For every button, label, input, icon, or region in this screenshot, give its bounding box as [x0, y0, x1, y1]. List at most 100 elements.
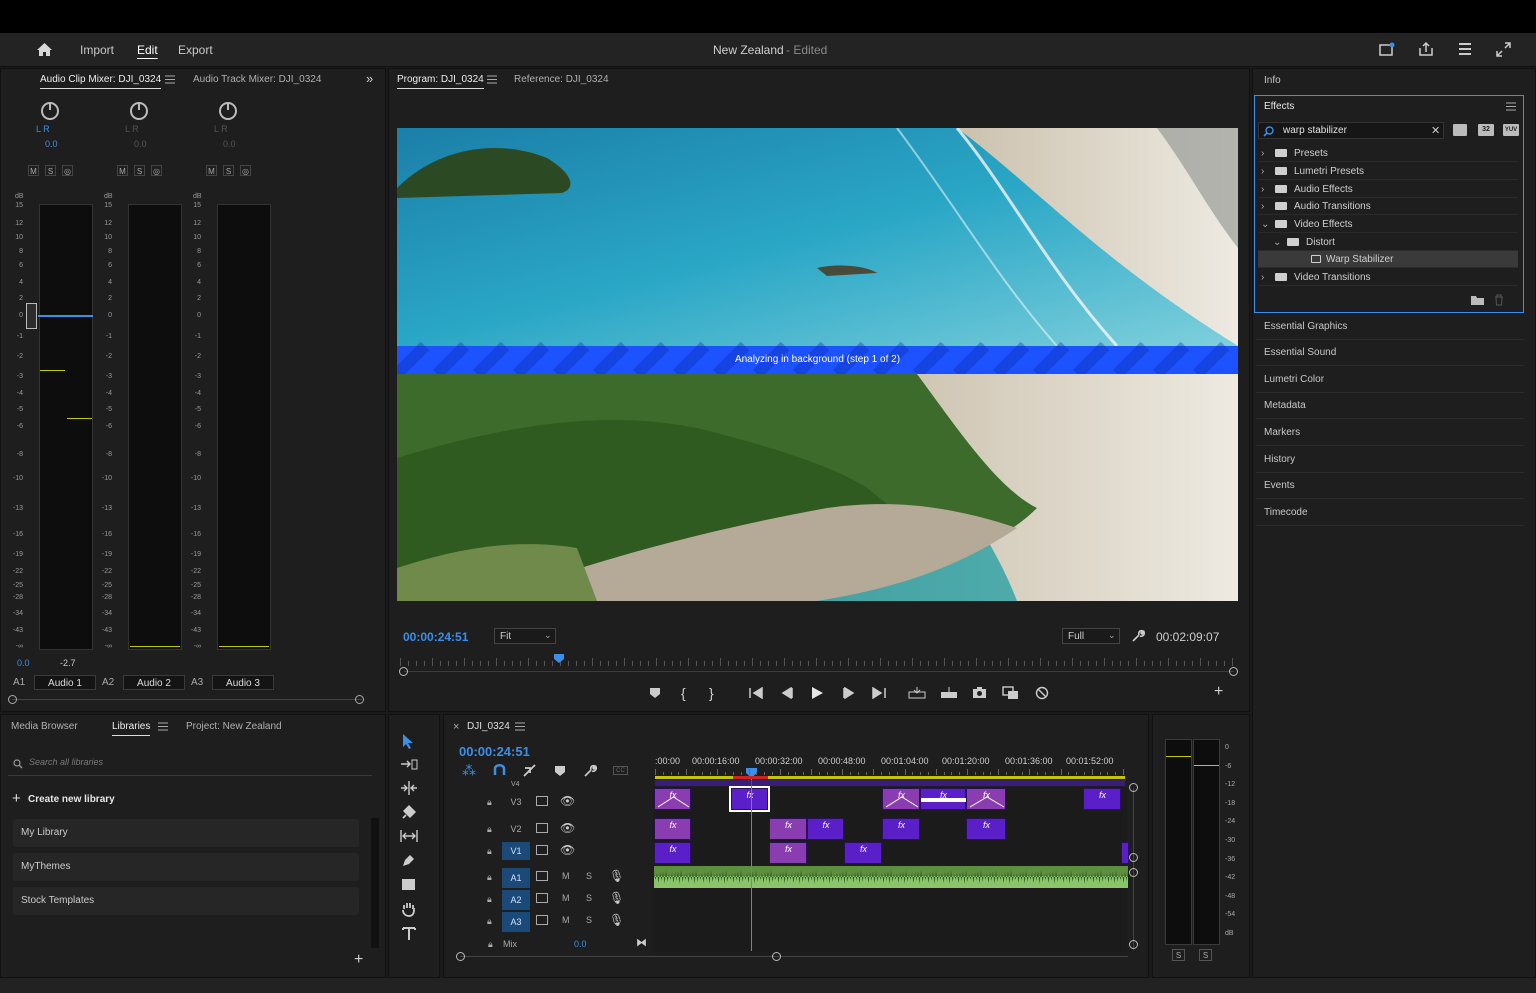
track-target-a2[interactable]: A2: [502, 890, 530, 910]
close-sequence-icon[interactable]: ×: [453, 721, 459, 733]
side-panel-metadata[interactable]: Metadata: [1256, 393, 1524, 419]
tab-reference[interactable]: Reference: DJI_0324: [514, 74, 609, 85]
type-tool-icon[interactable]: [402, 926, 416, 941]
solo-button[interactable]: S: [134, 165, 145, 176]
solo-button[interactable]: S: [586, 871, 592, 881]
fit-dropdown[interactable]: Fit ⌄: [494, 628, 556, 644]
effects-search-input[interactable]: warp stabilizer: [1283, 125, 1347, 136]
effects-search-box[interactable]: warp stabilizer ✕: [1258, 122, 1444, 139]
track-target-v3[interactable]: V3: [502, 793, 530, 811]
pan-knob[interactable]: [130, 102, 148, 120]
wrench-icon[interactable]: [1131, 629, 1145, 643]
track-target-v2[interactable]: V2: [502, 820, 530, 838]
linked-selection-icon[interactable]: [523, 764, 537, 777]
eye-icon[interactable]: 👁︎: [560, 843, 575, 857]
tab-media-browser[interactable]: Media Browser: [11, 721, 78, 732]
chevron-right-icon[interactable]: ›: [1261, 145, 1264, 162]
record-button[interactable]: ◎: [151, 165, 162, 176]
go-to-in-icon[interactable]: [749, 687, 763, 699]
pan-value[interactable]: 0.0: [45, 139, 58, 149]
solo-left-button[interactable]: S: [1172, 949, 1185, 961]
mute-button[interactable]: M: [562, 915, 570, 925]
home-icon[interactable]: [36, 42, 53, 57]
side-panel-markers[interactable]: Markers: [1256, 420, 1524, 446]
video-clip[interactable]: fx: [729, 786, 770, 812]
rectangle-tool-icon[interactable]: [401, 878, 416, 891]
vscroll-handle-mid[interactable]: [1129, 853, 1138, 862]
channel-name[interactable]: Audio 2: [123, 675, 185, 690]
level-left[interactable]: 0.0: [17, 658, 30, 668]
effects-tree-item[interactable]: Warp Stabilizer: [1258, 251, 1518, 268]
timeline-timecode[interactable]: 00:00:24:51: [459, 744, 530, 759]
track-target-a3[interactable]: A3: [502, 912, 530, 932]
program-playhead[interactable]: [553, 654, 564, 663]
ripple-edit-tool-icon[interactable]: [400, 781, 418, 795]
program-zoom-bar[interactable]: [404, 671, 1234, 672]
vscroll-handle-bottom[interactable]: [1129, 940, 1138, 949]
overflow-chevron-icon[interactable]: »: [366, 72, 373, 86]
export-frame-icon[interactable]: [972, 686, 987, 699]
quality-dropdown[interactable]: Full ⌄: [1062, 628, 1120, 644]
record-button[interactable]: ◎: [240, 165, 251, 176]
side-panel-history[interactable]: History: [1256, 447, 1524, 473]
side-panel-timecode[interactable]: Timecode: [1256, 500, 1524, 526]
zoom-handle-left[interactable]: [399, 667, 408, 676]
video-clip[interactable]: fx: [844, 842, 882, 864]
solo-button[interactable]: S: [45, 165, 56, 176]
lock-icon[interactable]: 🔒︎: [487, 916, 496, 926]
tab-audio-track-mixer[interactable]: Audio Track Mixer: DJI_0324: [193, 74, 321, 85]
lock-icon[interactable]: 🔒︎: [487, 872, 496, 882]
channel-name[interactable]: Audio 3: [212, 675, 274, 690]
pan-value[interactable]: 0.0: [223, 139, 236, 149]
lock-icon[interactable]: 🔒︎: [487, 894, 496, 904]
pan-knob[interactable]: [41, 102, 59, 120]
vscroll-handle-top[interactable]: [1129, 783, 1138, 792]
library-item[interactable]: MyThemes: [13, 853, 359, 881]
chevron-right-icon[interactable]: ›: [1261, 269, 1264, 286]
track-target-a1[interactable]: A1: [502, 868, 530, 888]
sync-lock-icon[interactable]: [536, 823, 548, 833]
info-panel-header[interactable]: Info: [1264, 75, 1281, 86]
chevron-right-icon[interactable]: ›: [1261, 163, 1264, 180]
workspaces-icon[interactable]: [1457, 42, 1473, 56]
button-editor-plus-icon[interactable]: +: [1214, 684, 1223, 700]
tab-project[interactable]: Project: New Zealand: [186, 721, 282, 732]
timeline-zoom-right[interactable]: [772, 952, 781, 961]
effects-tree-item[interactable]: › Audio Effects: [1258, 181, 1518, 198]
video-clip[interactable]: fx: [807, 818, 844, 840]
lock-icon[interactable]: 🔒︎: [487, 797, 496, 807]
effects-tree-item[interactable]: ⌄ Distort: [1258, 234, 1518, 251]
side-panel-lumetri-color[interactable]: Lumetri Color: [1256, 367, 1524, 393]
razor-tool-icon[interactable]: [401, 805, 417, 820]
mix-value[interactable]: 0.0: [574, 939, 587, 949]
microphone-icon[interactable]: 🎙︎: [609, 869, 624, 883]
lock-icon[interactable]: 🔒︎: [487, 846, 496, 856]
snap-magnet-icon[interactable]: [493, 764, 506, 776]
vscroll-handle-audio[interactable]: [1129, 868, 1138, 877]
nav-export[interactable]: Export: [178, 43, 213, 57]
library-scrollbar[interactable]: [371, 818, 379, 948]
lock-icon[interactable]: 🔒︎: [488, 939, 493, 950]
video-clip[interactable]: fx: [654, 842, 691, 864]
video-clip[interactable]: fx: [920, 788, 967, 810]
clear-search-icon[interactable]: ✕: [1431, 124, 1440, 137]
mute-button[interactable]: M: [562, 893, 570, 903]
chevron-right-icon[interactable]: ›: [1261, 181, 1264, 198]
pan-knob[interactable]: [219, 102, 237, 120]
32bit-effects-icon[interactable]: 32: [1478, 124, 1494, 136]
effects-tree-item[interactable]: › Video Transitions: [1258, 269, 1518, 286]
sync-lock-icon[interactable]: [536, 796, 548, 806]
mark-in-icon[interactable]: {: [681, 686, 686, 700]
new-bin-icon[interactable]: [1471, 295, 1484, 305]
side-panel-essential-sound[interactable]: Essential Sound: [1256, 340, 1524, 366]
yuv-effects-icon[interactable]: YUV: [1503, 124, 1519, 136]
video-clip[interactable]: fx: [882, 788, 920, 810]
tab-audio-clip-mixer[interactable]: Audio Clip Mixer: DJI_0324: [40, 74, 162, 89]
solo-button[interactable]: S: [586, 893, 592, 903]
effects-tree-item[interactable]: › Presets: [1258, 145, 1518, 162]
mute-button[interactable]: M: [206, 165, 217, 176]
video-clip[interactable]: fx: [654, 818, 691, 840]
create-library-button[interactable]: + Create new library: [12, 790, 172, 808]
sync-lock-icon[interactable]: [536, 915, 548, 925]
slip-tool-icon[interactable]: [400, 829, 418, 843]
